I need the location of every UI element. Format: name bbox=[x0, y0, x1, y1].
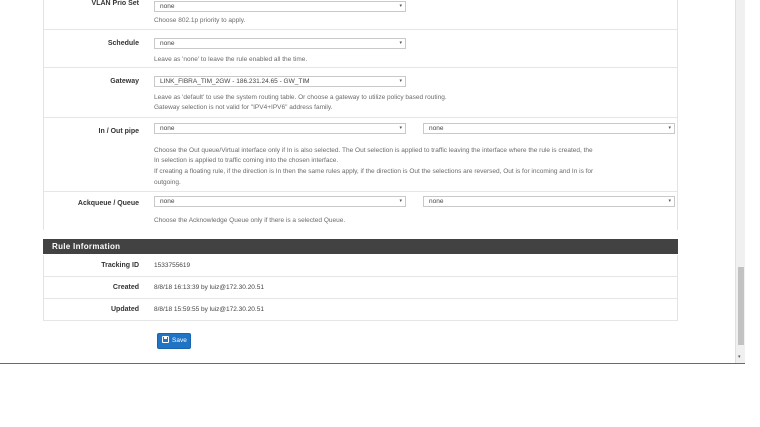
ackqueue-select[interactable]: none ▾ bbox=[154, 196, 406, 207]
inout-pipe-label: In / Out pipe bbox=[98, 128, 139, 135]
schedule-label: Schedule bbox=[107, 40, 139, 47]
gateway-select[interactable]: LINK_FIBRA_TIM_2GW - 186.231.24.65 - GW_… bbox=[154, 76, 406, 87]
updated-label: Updated bbox=[111, 306, 139, 313]
save-button[interactable]: Save bbox=[157, 333, 191, 349]
vlan-prio-row: VLAN Prio Set none ▾ Choose 802.1p prior… bbox=[44, 0, 677, 30]
vlan-prio-value: none bbox=[160, 3, 175, 10]
out-pipe-value: none bbox=[429, 125, 444, 132]
chevron-down-icon: ▾ bbox=[399, 125, 402, 131]
schedule-row: Schedule none ▾ Leave as 'none' to leave… bbox=[44, 30, 677, 68]
chevron-down-icon: ▾ bbox=[399, 78, 402, 84]
ackqueue-row: Ackqueue / Queue none ▾ none ▾ Choose th… bbox=[44, 192, 677, 230]
rule-information-header: Rule Information bbox=[43, 239, 678, 254]
vertical-scrollbar[interactable]: ▾ bbox=[735, 0, 745, 364]
gateway-help-1: Leave as 'default' to use the system rou… bbox=[154, 94, 447, 101]
tracking-id-value: 1533755619 bbox=[154, 262, 191, 269]
save-icon bbox=[162, 336, 169, 343]
scrollbar-thumb[interactable] bbox=[738, 267, 744, 345]
created-row: Created 8/8/18 16:13:39 by luiz@172.30.2… bbox=[43, 277, 678, 299]
inout-pipe-row: In / Out pipe none ▾ none ▾ Choose the O… bbox=[44, 118, 677, 192]
inout-help-4: outgoing. bbox=[154, 179, 181, 186]
schedule-value: none bbox=[160, 40, 175, 47]
vlan-prio-label: VLAN Prio Set bbox=[91, 0, 139, 7]
chevron-down-icon: ▾ bbox=[399, 40, 402, 46]
out-pipe-select[interactable]: none ▾ bbox=[423, 123, 675, 134]
created-label: Created bbox=[112, 284, 139, 291]
chevron-down-icon: ▾ bbox=[668, 125, 671, 131]
created-value: 8/8/18 16:13:39 by luiz@172.30.20.51 bbox=[154, 284, 264, 291]
ackqueue-help: Choose the Acknowledge Queue only if the… bbox=[154, 217, 346, 224]
tracking-id-row: Tracking ID 1533755619 bbox=[43, 255, 678, 277]
queue-select[interactable]: none ▾ bbox=[423, 196, 675, 207]
schedule-select[interactable]: none ▾ bbox=[154, 38, 406, 49]
scroll-down-icon[interactable]: ▾ bbox=[738, 354, 741, 360]
vlan-prio-select[interactable]: none ▾ bbox=[154, 1, 406, 12]
schedule-help: Leave as 'none' to leave the rule enable… bbox=[154, 56, 308, 63]
bottom-divider bbox=[0, 363, 745, 364]
save-button-label: Save bbox=[172, 337, 187, 344]
inout-help-1: Choose the Out queue/Virtual interface o… bbox=[154, 147, 593, 154]
chevron-down-icon: ▾ bbox=[668, 198, 671, 204]
queue-value: none bbox=[429, 198, 444, 205]
form-scroll-area: VLAN Prio Set none ▾ Choose 802.1p prior… bbox=[0, 0, 735, 364]
in-pipe-select[interactable]: none ▾ bbox=[154, 123, 406, 134]
vlan-prio-help: Choose 802.1p priority to apply. bbox=[154, 17, 246, 24]
ackqueue-label: Ackqueue / Queue bbox=[77, 200, 139, 207]
gateway-row: Gateway LINK_FIBRA_TIM_2GW - 186.231.24.… bbox=[44, 68, 677, 118]
updated-row: Updated 8/8/18 15:59:55 by luiz@172.30.2… bbox=[43, 299, 678, 321]
chevron-down-icon: ▾ bbox=[399, 3, 402, 9]
tracking-id-label: Tracking ID bbox=[101, 262, 139, 269]
inout-help-3: If creating a floating rule, if the dire… bbox=[154, 168, 594, 175]
advanced-options-panel: VLAN Prio Set none ▾ Choose 802.1p prior… bbox=[43, 0, 678, 230]
ackqueue-value: none bbox=[160, 198, 175, 205]
inout-help-2: In selection is applied to traffic comin… bbox=[154, 157, 339, 164]
updated-value: 8/8/18 15:59:55 by luiz@172.30.20.51 bbox=[154, 306, 264, 313]
in-pipe-value: none bbox=[160, 125, 175, 132]
gateway-value: LINK_FIBRA_TIM_2GW - 186.231.24.65 - GW_… bbox=[160, 78, 310, 85]
gateway-help-2: Gateway selection is not valid for "IPV4… bbox=[154, 104, 333, 111]
chevron-down-icon: ▾ bbox=[399, 198, 402, 204]
gateway-label: Gateway bbox=[110, 78, 139, 85]
